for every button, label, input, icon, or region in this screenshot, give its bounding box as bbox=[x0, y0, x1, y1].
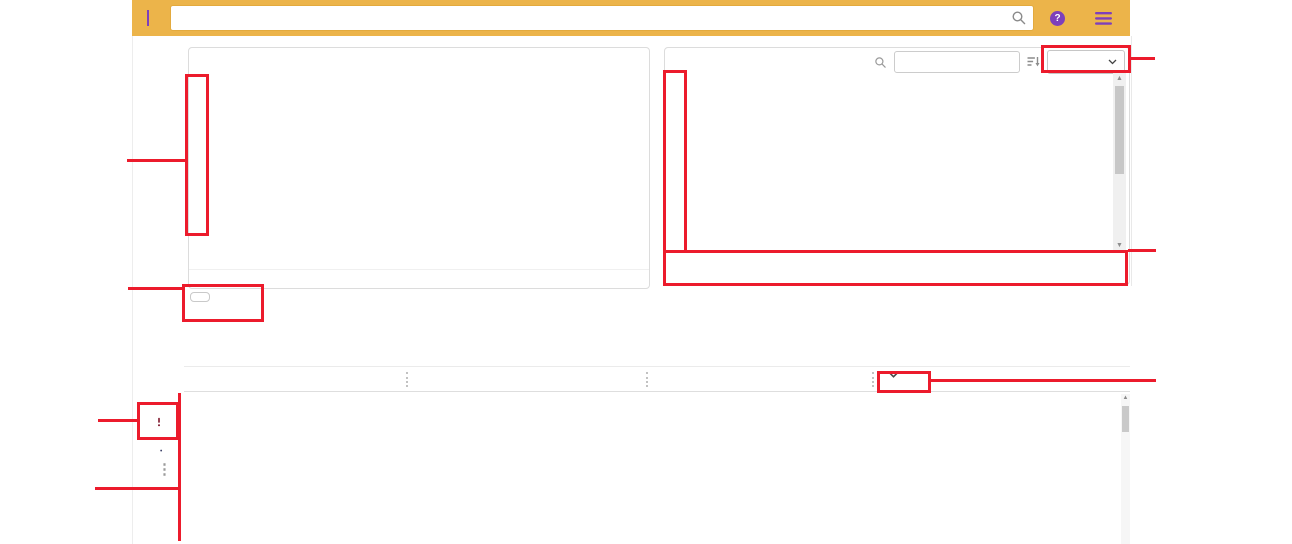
table-header-band bbox=[184, 366, 1130, 392]
file-types-panel-actions bbox=[665, 266, 1129, 284]
sidebar-item-reports[interactable] bbox=[144, 285, 174, 311]
scroll-down-icon[interactable]: ▼ bbox=[1113, 242, 1126, 249]
scrollbar-thumb[interactable] bbox=[1122, 406, 1129, 432]
sidebar-item-power[interactable] bbox=[144, 55, 174, 81]
global-search-input[interactable] bbox=[170, 5, 1034, 31]
sidebar-item-issues-view[interactable] bbox=[144, 409, 174, 435]
printer-icon bbox=[152, 322, 167, 337]
chevron-down-icon bbox=[1108, 59, 1117, 65]
table-scrollbar[interactable]: ▲ bbox=[1121, 394, 1130, 544]
column-resize-handle bbox=[872, 372, 874, 387]
menu-icon[interactable] bbox=[1095, 12, 1112, 25]
puzzle-icon bbox=[152, 198, 167, 213]
power-icon bbox=[152, 61, 167, 76]
sidebar-item-search[interactable] bbox=[144, 161, 174, 187]
scroll-up-icon[interactable]: ▲ bbox=[1113, 75, 1126, 82]
sort-amount-icon[interactable] bbox=[1027, 56, 1040, 68]
global-search bbox=[170, 5, 1034, 31]
eye-icon bbox=[151, 104, 167, 120]
annotation-line-sort-select bbox=[1131, 57, 1155, 60]
sidebar-divider bbox=[132, 36, 133, 544]
tags-icon bbox=[151, 446, 167, 461]
bookmark-icon bbox=[152, 229, 166, 244]
issue-filter-panel bbox=[188, 47, 650, 289]
app-root: ? ⋮ bbox=[0, 0, 1292, 544]
copy-pages-icon bbox=[152, 136, 167, 151]
issue-panel-actions bbox=[189, 269, 649, 288]
sidebar-item-preview[interactable] bbox=[144, 99, 174, 125]
search-icon bbox=[1011, 10, 1027, 26]
column-resize-handle bbox=[406, 372, 408, 387]
scrollbar-thumb[interactable] bbox=[1115, 86, 1124, 174]
sidebar-item-duplicates[interactable] bbox=[144, 130, 174, 156]
list-panel-icon bbox=[152, 291, 167, 305]
magnifier-icon bbox=[151, 166, 167, 182]
content-right-divider bbox=[1131, 36, 1132, 286]
annotation-line-uncheck-type bbox=[1128, 249, 1156, 252]
more-icon[interactable]: ⋮ bbox=[157, 460, 172, 478]
sidebar-item-transfers[interactable] bbox=[144, 254, 174, 280]
sidebar-item-data[interactable] bbox=[144, 347, 174, 373]
annotation-line-file-listing bbox=[95, 487, 178, 490]
topbar: ? bbox=[132, 0, 1130, 36]
file-types-filter-input[interactable] bbox=[894, 51, 1020, 73]
sidebar-item-grid-view[interactable] bbox=[144, 378, 174, 404]
sidebar-item-plugins[interactable] bbox=[144, 192, 174, 218]
case-caret bbox=[147, 10, 149, 26]
scroll-up-icon[interactable]: ▲ bbox=[1121, 395, 1130, 401]
sort-direction-icon bbox=[888, 371, 899, 378]
sidebar-item-bookmarks[interactable] bbox=[144, 223, 174, 249]
filter-search-icon bbox=[874, 56, 887, 69]
column-resize-handle bbox=[646, 372, 648, 387]
issues-icon bbox=[151, 414, 167, 430]
database-icon bbox=[152, 353, 167, 368]
transfer-arrows-icon bbox=[151, 260, 167, 274]
annotation-box-reset-filters bbox=[182, 284, 264, 322]
help-link[interactable]: ? bbox=[1050, 11, 1071, 26]
file-type-rows bbox=[665, 77, 1129, 255]
help-icon: ? bbox=[1050, 11, 1065, 26]
file-types-header bbox=[665, 48, 1129, 74]
sidebar-item-print[interactable] bbox=[144, 316, 174, 342]
reset-filters-button[interactable] bbox=[190, 292, 210, 302]
issue-panel-title bbox=[189, 48, 649, 64]
annotation-line-file-listing-bracket bbox=[178, 393, 181, 541]
file-types-scrollbar[interactable]: ▲ ▼ bbox=[1113, 73, 1126, 251]
column-header-tags[interactable] bbox=[883, 371, 899, 378]
file-types-sort-select[interactable] bbox=[1047, 50, 1125, 74]
file-types-panel: ▲ ▼ bbox=[664, 47, 1130, 285]
grid-icon bbox=[152, 384, 166, 398]
